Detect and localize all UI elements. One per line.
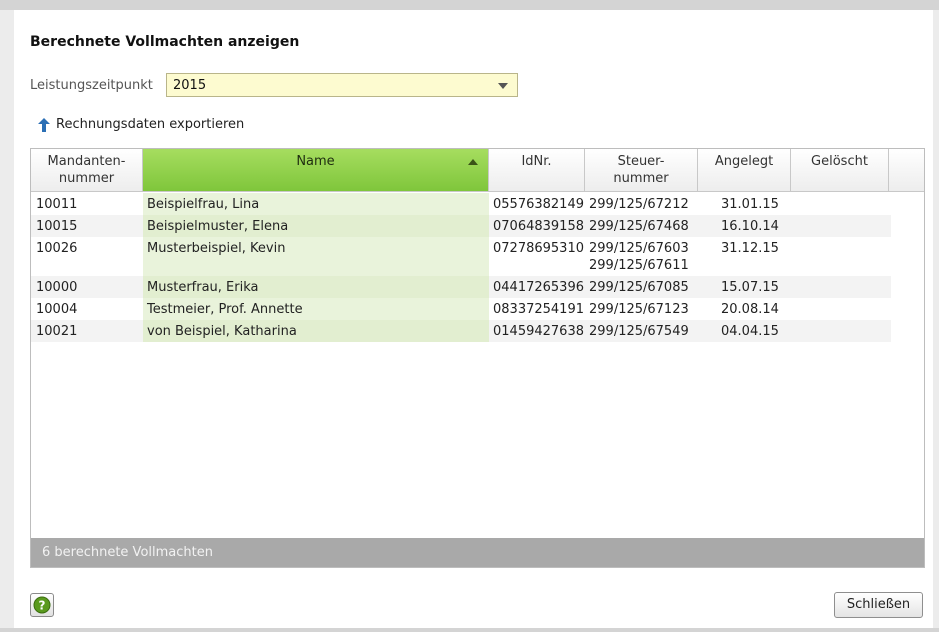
- column-header-geloescht[interactable]: Gelöscht: [791, 149, 889, 192]
- table-row[interactable]: 10011 Beispielfrau, Lina 05576382149 299/12…: [31, 193, 891, 215]
- cell-angelegt: 31.12.15: [721, 241, 779, 256]
- period-label: Leistungszeitpunkt: [30, 78, 153, 93]
- table-header: Mandanten- nummer Name IdNr. Steuer- num…: [31, 149, 924, 192]
- cell-steuer-line: 299/125/67123: [589, 302, 689, 317]
- cell-angelegt: 15.07.15: [721, 280, 779, 295]
- cell-geloescht: [795, 193, 889, 215]
- column-header-angelegt[interactable]: Angelegt: [698, 149, 791, 192]
- window-frame-top: [0, 0, 939, 10]
- window-frame-left: [0, 10, 14, 632]
- cell-steuer-line: 299/125/67212: [589, 197, 689, 212]
- cell-name: Beispielfrau, Lina: [143, 193, 489, 215]
- cell-idnr: 07064839158: [493, 219, 584, 234]
- arrow-up-icon: [38, 117, 50, 132]
- dialog-title: Berechnete Vollmachten anzeigen: [30, 34, 300, 50]
- column-header-steuer-line1: Steuer-: [617, 154, 665, 169]
- cell-name: Testmeier, Prof. Annette: [143, 298, 489, 320]
- column-header-mandant-line1: Mandanten-: [47, 154, 126, 169]
- help-button[interactable]: ?: [30, 593, 54, 617]
- table-body: 10011 Beispielfrau, Lina 05576382149 299/12…: [31, 193, 924, 538]
- table-row[interactable]: 10000 Musterfrau, Erika 04417265396 299/125…: [31, 276, 891, 298]
- cell-name: Musterbeispiel, Kevin: [143, 237, 489, 276]
- cell-steuer-line: 299/125/67611: [589, 258, 689, 273]
- cell-steuer-line: 299/125/67085: [589, 280, 689, 295]
- cell-idnr: 07278695310: [493, 241, 584, 256]
- cell-mandant: 10026: [36, 241, 78, 256]
- table-row[interactable]: 10004 Testmeier, Prof. Annette 08337254191…: [31, 298, 891, 320]
- column-header-idnr[interactable]: IdNr.: [489, 149, 585, 192]
- dialog: Berechnete Vollmachten anzeigen Leistung…: [14, 10, 933, 628]
- export-link[interactable]: Rechnungsdaten exportieren: [38, 117, 244, 132]
- cell-name: von Beispiel, Katharina: [143, 320, 489, 342]
- cell-angelegt: 04.04.15: [721, 324, 779, 339]
- cell-steuer-line: 299/125/67468: [589, 219, 689, 234]
- export-link-label: Rechnungsdaten exportieren: [56, 117, 245, 132]
- cell-idnr: 01459427638: [493, 324, 584, 339]
- cell-angelegt: 20.08.14: [721, 302, 779, 317]
- cell-mandant: 10021: [36, 324, 78, 339]
- cell-name: Musterfrau, Erika: [143, 276, 489, 298]
- cell-geloescht: [795, 298, 889, 320]
- row-count-text: 6 berechnete Vollmachten: [42, 545, 213, 560]
- column-header-mandant[interactable]: Mandanten- nummer: [31, 149, 143, 192]
- cell-steuer: 299/125/67468: [589, 215, 698, 237]
- table-footer: 6 berechnete Vollmachten: [31, 538, 924, 567]
- cell-mandant: 10015: [36, 219, 78, 234]
- close-button[interactable]: Schließen: [834, 592, 923, 618]
- cell-geloescht: [795, 237, 889, 276]
- cell-geloescht: [795, 215, 889, 237]
- sort-ascending-icon: [468, 159, 478, 165]
- column-header-name[interactable]: Name: [143, 149, 489, 192]
- column-header-name-label: Name: [296, 154, 335, 169]
- table-row[interactable]: 10026 Musterbeispiel, Kevin 07278695310 299…: [31, 237, 891, 276]
- cell-geloescht: [795, 320, 889, 342]
- column-header-steuer[interactable]: Steuer- nummer: [585, 149, 698, 192]
- cell-mandant: 10011: [36, 197, 78, 212]
- cell-steuer: 299/125/67549: [589, 320, 698, 342]
- cell-mandant: 10004: [36, 302, 78, 317]
- cell-name: Beispielmuster, Elena: [143, 215, 489, 237]
- cell-idnr: 08337254191: [493, 302, 584, 317]
- column-header-steuer-line2: nummer: [613, 171, 669, 186]
- cell-angelegt: 31.01.15: [721, 197, 779, 212]
- vollmachten-table: Mandanten- nummer Name IdNr. Steuer- num…: [30, 148, 925, 568]
- cell-geloescht: [795, 276, 889, 298]
- cell-steuer: 299/125/67123: [589, 298, 698, 320]
- window-frame-bottom: [0, 628, 939, 632]
- cell-steuer: 299/125/67212: [589, 193, 698, 215]
- column-header-spacer: [889, 149, 924, 192]
- cell-mandant: 10000: [36, 280, 78, 295]
- column-header-angelegt-label: Angelegt: [714, 154, 774, 169]
- cell-steuer-line: 299/125/67603: [589, 241, 689, 256]
- period-select[interactable]: 2015: [166, 73, 518, 97]
- cell-steuer: 299/125/67603 299/125/67611: [589, 237, 698, 276]
- help-icon: ?: [33, 596, 51, 614]
- column-header-mandant-line2: nummer: [58, 171, 115, 186]
- table-row[interactable]: 10021 von Beispiel, Katharina 01459427638 2…: [31, 320, 891, 342]
- cell-idnr: 05576382149: [493, 197, 584, 212]
- column-header-geloescht-label: Gelöscht: [811, 154, 868, 169]
- chevron-down-icon[interactable]: [498, 83, 508, 89]
- cell-idnr: 04417265396: [493, 280, 584, 295]
- cell-steuer-line: 299/125/67549: [589, 324, 689, 339]
- window-frame-right: [933, 10, 939, 632]
- table-row[interactable]: 10015 Beispielmuster, Elena 07064839158 299…: [31, 215, 891, 237]
- svg-text:?: ?: [39, 599, 46, 613]
- period-select-value: 2015: [173, 78, 207, 93]
- cell-angelegt: 16.10.14: [721, 219, 779, 234]
- cell-steuer: 299/125/67085: [589, 276, 698, 298]
- column-header-idnr-label: IdNr.: [521, 154, 552, 169]
